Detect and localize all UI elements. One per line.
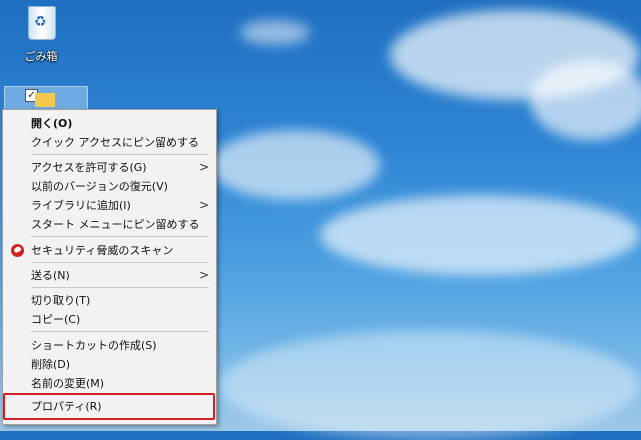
menu-separator — [31, 236, 209, 237]
chevron-right-icon: > — [198, 268, 209, 282]
recycle-bin-label: ごみ箱 — [24, 50, 58, 63]
cloud — [210, 130, 380, 200]
menu-item-delete[interactable]: 削除(D) — [3, 355, 216, 374]
menu-item-security-scan[interactable]: セキュリティ脅威のスキャン — [3, 241, 216, 260]
menu-item-pin-start[interactable]: スタート メニューにピン留めする — [3, 215, 216, 234]
folder-icon — [35, 93, 55, 107]
selected-folder[interactable]: ✓ — [4, 86, 88, 110]
chevron-right-icon: > — [198, 160, 209, 174]
menu-item-properties[interactable]: プロパティ(R) — [3, 397, 216, 416]
menu-item-create-shortcut[interactable]: ショートカットの作成(S) — [3, 336, 216, 355]
menu-separator — [31, 154, 209, 155]
context-menu: 開く(O) クイック アクセスにピン留めする アクセスを許可する(G) > 以前の… — [2, 109, 217, 425]
menu-separator — [31, 287, 209, 288]
recycle-bin-icon: ♻ — [28, 6, 56, 40]
menu-item-give-access[interactable]: アクセスを許可する(G) > — [3, 158, 216, 177]
menu-item-send-to[interactable]: 送る(N) > — [3, 266, 216, 285]
cloud — [320, 195, 640, 275]
cloud — [240, 20, 310, 45]
security-scan-icon — [11, 244, 24, 257]
menu-separator — [31, 262, 209, 263]
menu-item-open[interactable]: 開く(O) — [3, 114, 216, 133]
menu-item-rename[interactable]: 名前の変更(M) — [3, 374, 216, 393]
menu-item-add-to-library[interactable]: ライブラリに追加(I) > — [3, 196, 216, 215]
recycle-bin-shortcut[interactable]: ♻ ごみ箱 — [16, 4, 66, 64]
cloud — [220, 330, 640, 440]
chevron-right-icon: > — [198, 198, 209, 212]
menu-item-cut[interactable]: 切り取り(T) — [3, 291, 216, 310]
cloud — [530, 60, 641, 140]
menu-item-restore-previous[interactable]: 以前のバージョンの復元(V) — [3, 177, 216, 196]
menu-item-copy[interactable]: コピー(C) — [3, 310, 216, 329]
menu-item-pin-quick-access[interactable]: クイック アクセスにピン留めする — [3, 133, 216, 152]
menu-separator — [31, 331, 209, 332]
